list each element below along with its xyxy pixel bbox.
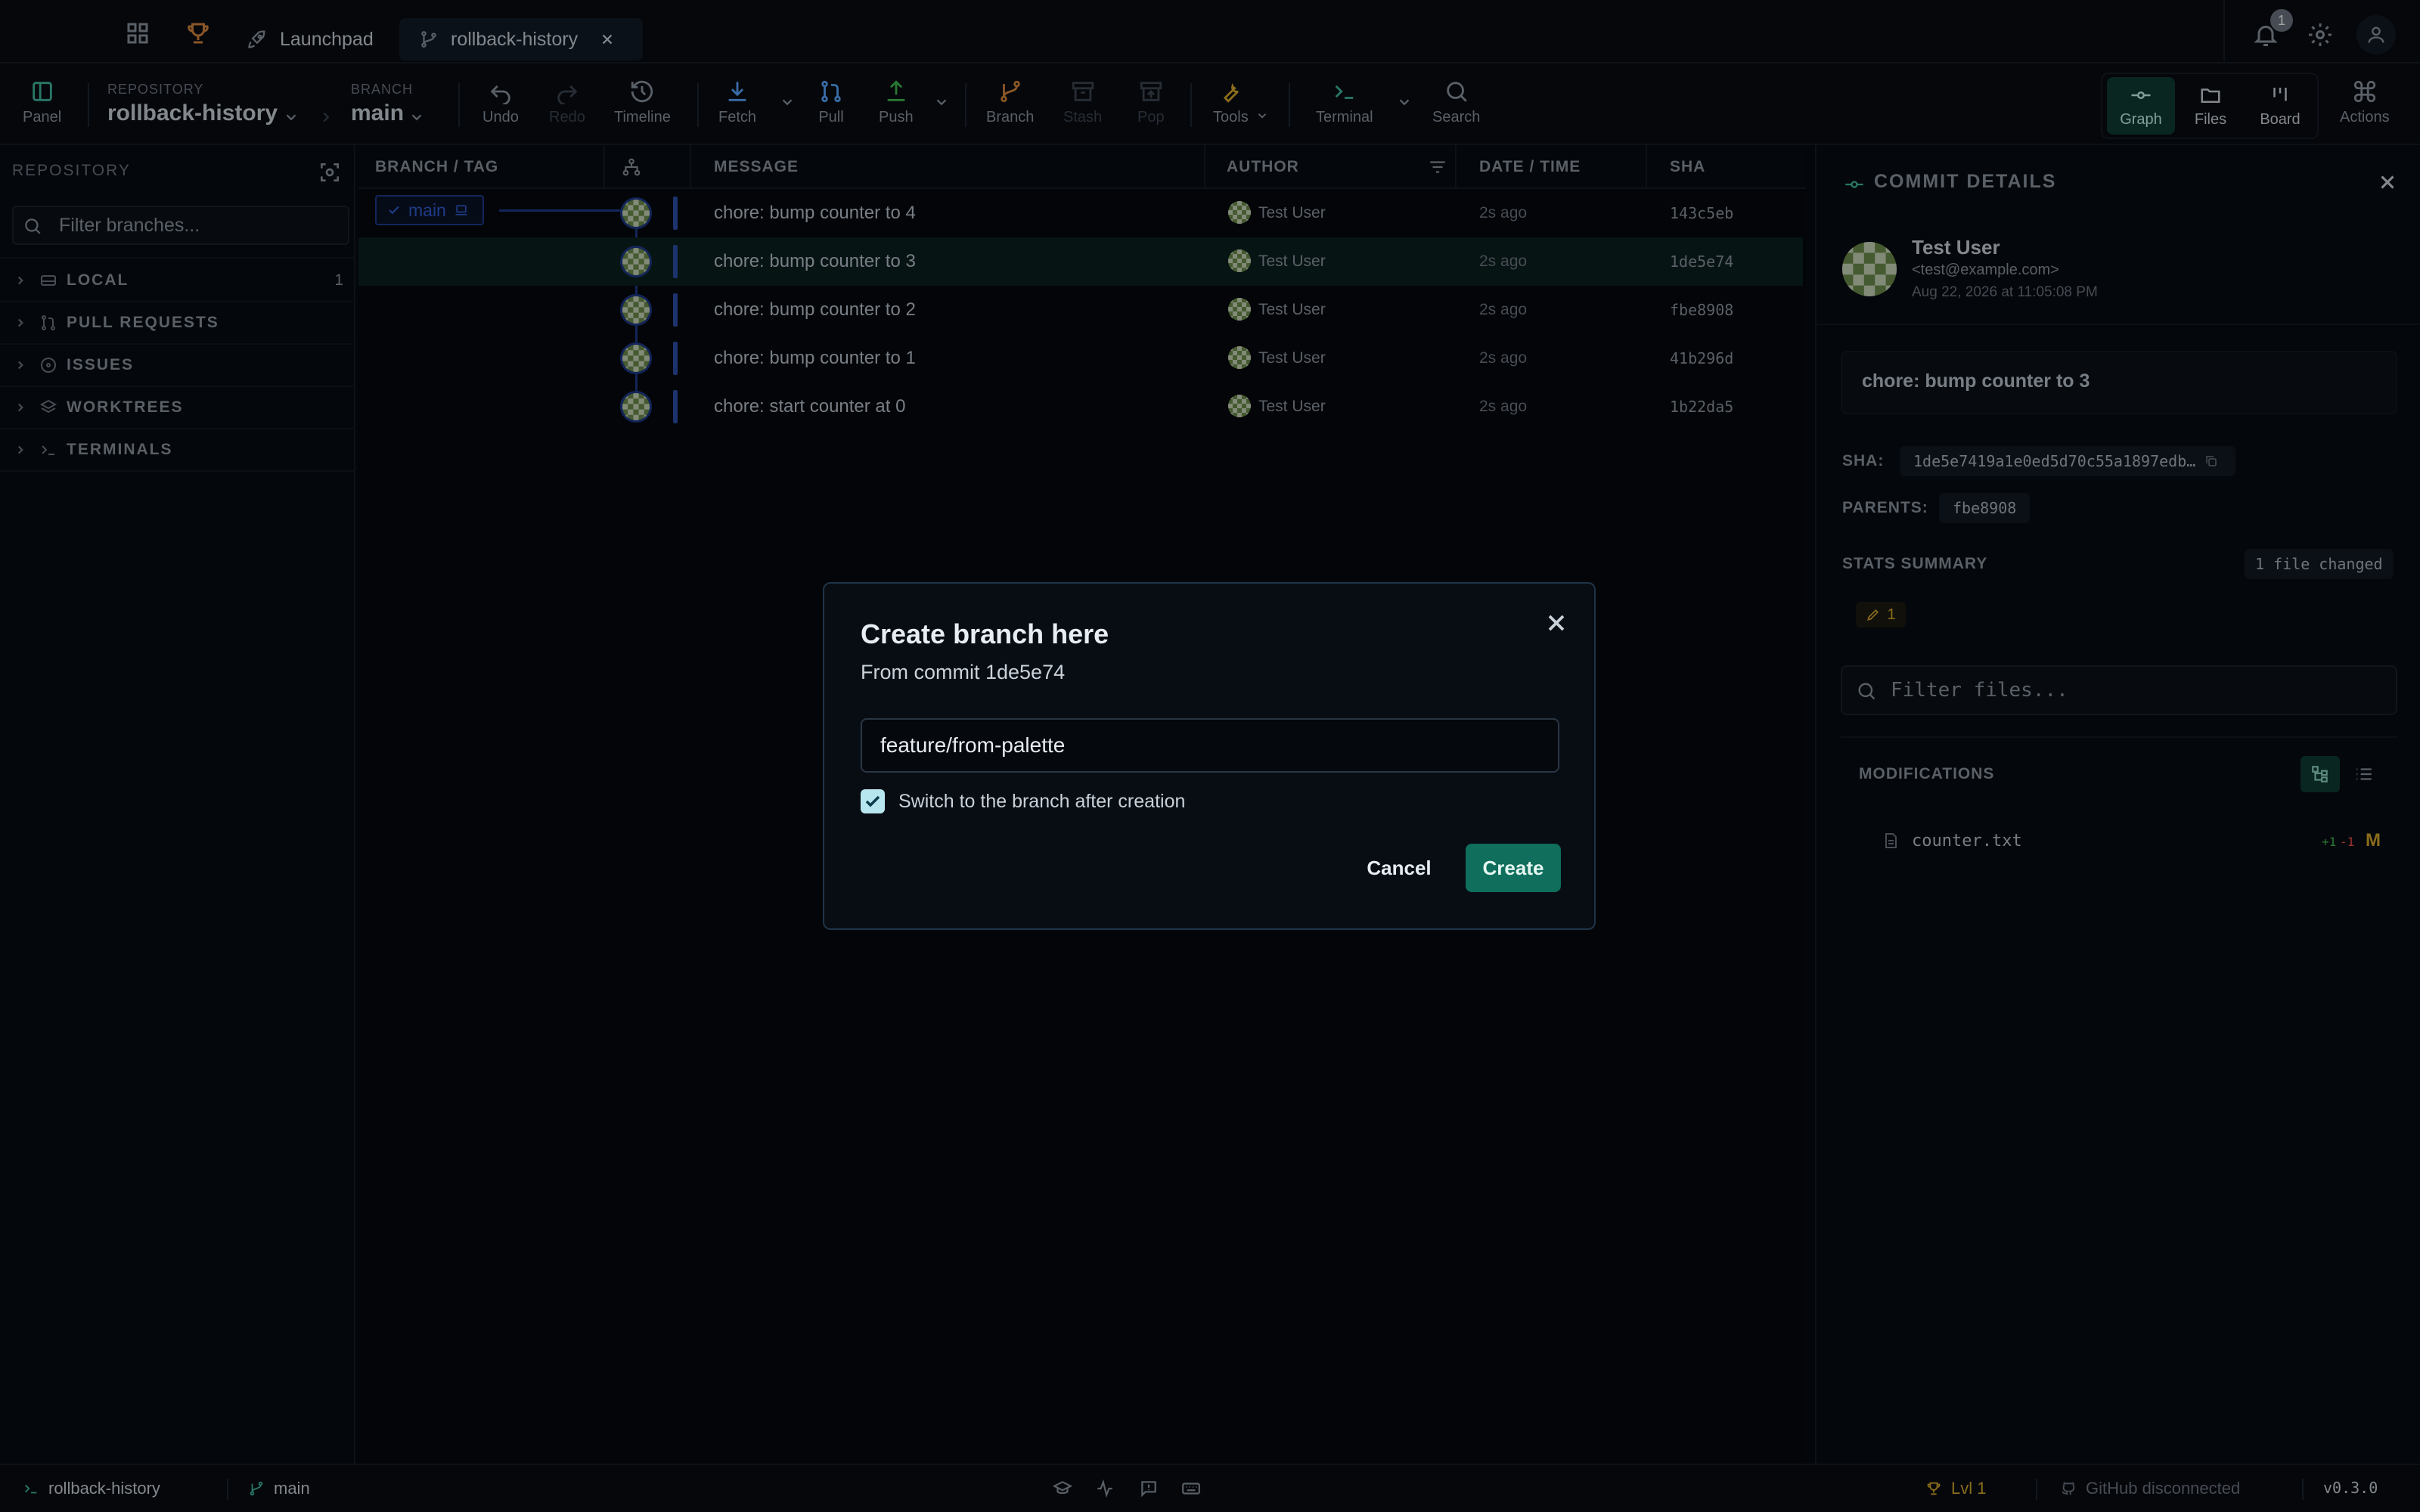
cancel-button[interactable]: Cancel: [1354, 844, 1444, 892]
switch-branch-checkbox[interactable]: [861, 789, 885, 813]
create-branch-dialog: Create branch here From commit 1de5e74 S…: [823, 582, 1596, 930]
close-icon[interactable]: [1543, 609, 1570, 637]
dialog-subtitle: From commit 1de5e74: [861, 661, 1066, 683]
create-button[interactable]: Create: [1466, 844, 1561, 892]
check-icon: [865, 795, 880, 807]
branch-name-input[interactable]: [861, 718, 1559, 773]
switch-branch-label[interactable]: Switch to the branch after creation: [898, 791, 1185, 813]
dialog-title: Create branch here: [861, 618, 1109, 649]
